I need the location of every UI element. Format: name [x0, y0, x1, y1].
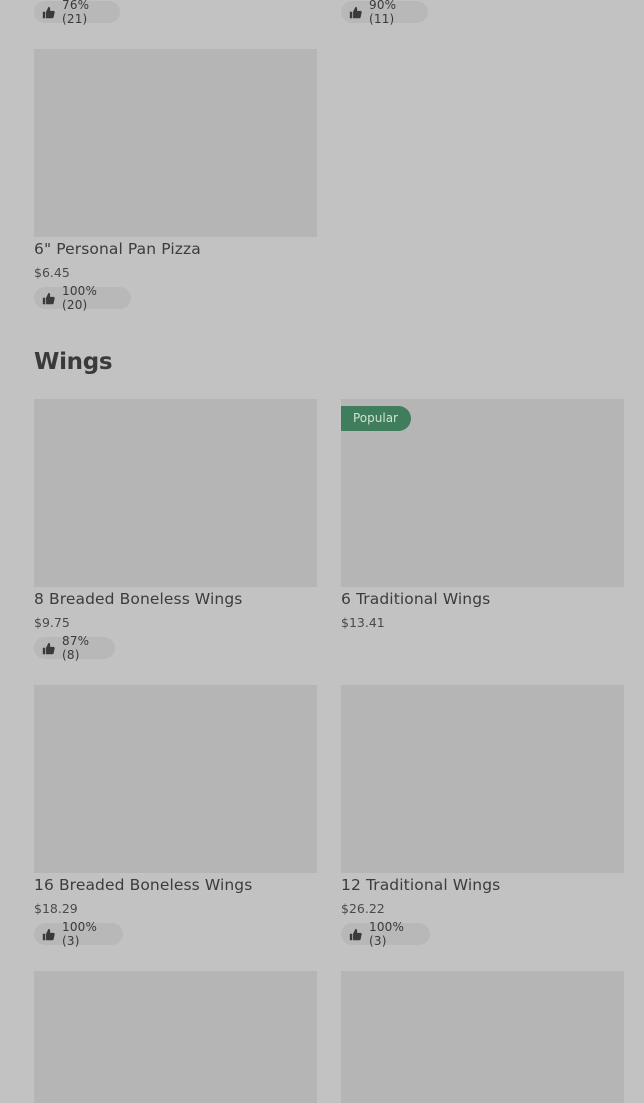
item-image[interactable]: [34, 971, 317, 1103]
thumbs-up-icon: [42, 6, 55, 19]
item-price: $6.45: [34, 265, 70, 280]
rating-pill: 100% (20): [34, 284, 131, 312]
rating-pill: 100% (3): [341, 920, 430, 948]
section-title-wings: Wings: [34, 349, 113, 375]
item-name[interactable]: 6 Traditional Wings: [341, 590, 490, 608]
rating-pill: 100% (3): [34, 920, 123, 948]
item-image[interactable]: [341, 971, 624, 1103]
item-price: $13.41: [341, 615, 385, 630]
item-image[interactable]: [341, 685, 624, 873]
thumbs-up-icon: [42, 642, 55, 655]
item-image[interactable]: [34, 685, 317, 873]
thumbs-up-icon: [42, 928, 55, 941]
item-name[interactable]: 8 Breaded Boneless Wings: [34, 590, 242, 608]
item-image[interactable]: [34, 399, 317, 587]
rating-pill: 90% (11): [341, 0, 428, 26]
popular-badge: Popular: [341, 406, 411, 431]
thumbs-up-icon: [349, 6, 362, 19]
rating-text: 90% (11): [369, 0, 397, 26]
item-name[interactable]: 16 Breaded Boneless Wings: [34, 876, 252, 894]
rating-text: 100% (20): [62, 284, 98, 312]
rating-pill: 76% (21): [34, 0, 120, 26]
rating-text: 76% (21): [62, 0, 90, 26]
rating-text: 100% (3): [369, 920, 405, 948]
item-price: $18.29: [34, 901, 78, 916]
rating-text: 100% (3): [62, 920, 98, 948]
rating-text: 87% (8): [62, 634, 90, 662]
item-name[interactable]: 6" Personal Pan Pizza: [34, 240, 201, 258]
thumbs-up-icon: [349, 928, 362, 941]
item-name[interactable]: 12 Traditional Wings: [341, 876, 500, 894]
item-price: $26.22: [341, 901, 385, 916]
rating-pill: 87% (8): [34, 634, 115, 662]
item-price: $9.75: [34, 615, 70, 630]
thumbs-up-icon: [42, 292, 55, 305]
item-image[interactable]: [34, 49, 317, 237]
